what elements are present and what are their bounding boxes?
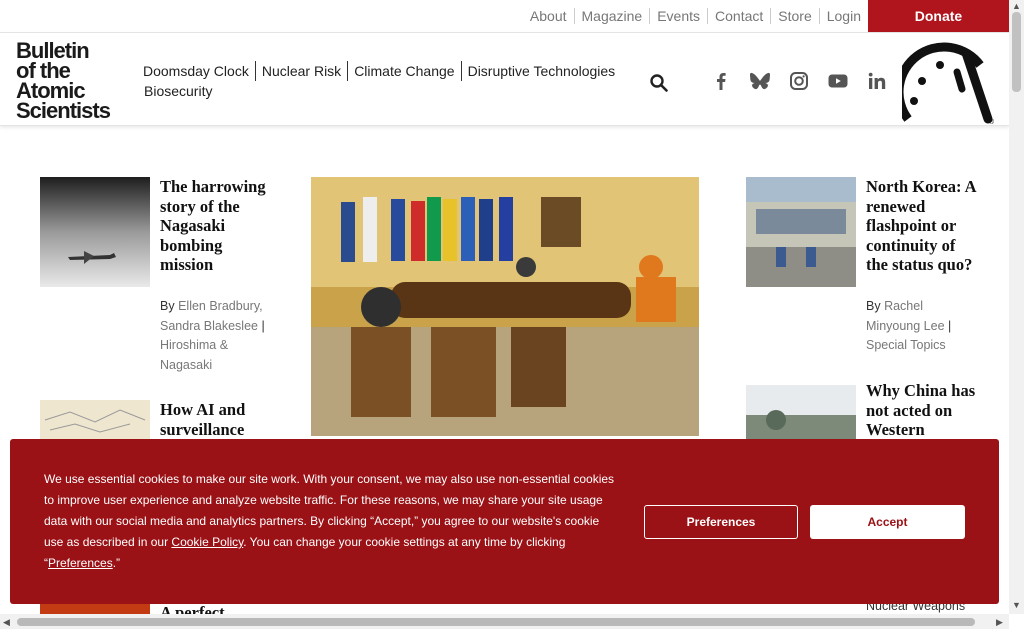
- site-logo[interactable]: Bulletin of the Atomic Scientists: [16, 40, 111, 123]
- svg-text:®: ®: [989, 118, 995, 125]
- vertical-scrollbar[interactable]: ▲ ▼: [1009, 0, 1024, 614]
- logo-line: Scientists: [16, 98, 111, 123]
- section-link[interactable]: Special Topics: [866, 338, 946, 352]
- article-byline: By Rachel Minyoung Lee | Special Topics: [866, 297, 976, 356]
- vertical-scroll-thumb[interactable]: [1012, 12, 1021, 92]
- youtube-icon[interactable]: [827, 70, 849, 92]
- nav-item-climate-change[interactable]: Climate Change: [347, 61, 460, 81]
- main-nav: Doomsday Clock Nuclear Risk Climate Chan…: [137, 61, 637, 101]
- byline-separator: |: [261, 318, 265, 333]
- nav-item-nuclear-risk[interactable]: Nuclear Risk: [254, 61, 347, 81]
- article-title[interactable]: The harrowing story of the Nagasaki bomb…: [160, 177, 275, 275]
- article-byline: By Ellen Bradbury, Sandra Blakeslee | Hi…: [160, 297, 275, 375]
- utility-link-events[interactable]: Events: [649, 8, 707, 24]
- nav-row: Doomsday Clock Nuclear Risk Climate Chan…: [137, 61, 637, 81]
- horizontal-scrollbar[interactable]: ◀ ▶: [0, 614, 1009, 629]
- korea-border-image[interactable]: [746, 177, 856, 287]
- feature-meeting-image[interactable]: [311, 177, 699, 436]
- social-links: [710, 70, 888, 92]
- nav-item-disruptive-technologies[interactable]: Disruptive Technologies: [460, 61, 622, 81]
- preferences-button[interactable]: Preferences: [644, 505, 798, 539]
- linkedin-icon[interactable]: [866, 70, 888, 92]
- scroll-down-icon[interactable]: ▼: [1012, 600, 1021, 610]
- cookie-text-part: .”: [112, 556, 121, 570]
- utility-link-login[interactable]: Login: [818, 8, 868, 24]
- doomsday-clock-icon[interactable]: ®: [902, 39, 998, 125]
- article-title[interactable]: How AI and surveillance: [160, 400, 275, 439]
- author-link[interactable]: Ellen Bradbury, Sandra Blakeslee: [160, 299, 263, 333]
- scroll-up-icon[interactable]: ▲: [1012, 1, 1021, 11]
- donate-button[interactable]: Donate: [868, 0, 1009, 32]
- instagram-icon[interactable]: [788, 70, 810, 92]
- preferences-link[interactable]: Preferences: [48, 556, 113, 570]
- horizontal-scroll-thumb[interactable]: [17, 618, 975, 626]
- utility-link-contact[interactable]: Contact: [707, 8, 770, 24]
- utility-link-store[interactable]: Store: [770, 8, 818, 24]
- utility-bar: About Magazine Events Contact Store Logi…: [0, 0, 1009, 32]
- byline-prefix: By: [866, 299, 881, 313]
- scroll-left-icon[interactable]: ◀: [3, 617, 10, 627]
- cookie-policy-link[interactable]: Cookie Policy: [171, 535, 243, 549]
- utility-links: About Magazine Events Contact Store Logi…: [523, 8, 868, 24]
- accept-button[interactable]: Accept: [810, 505, 965, 539]
- facebook-icon[interactable]: [710, 70, 732, 92]
- nav-item-doomsday-clock[interactable]: Doomsday Clock: [137, 61, 255, 81]
- site-header: Bulletin of the Atomic Scientists Doomsd…: [0, 32, 1009, 126]
- nav-item-biosecurity[interactable]: Biosecurity: [137, 81, 218, 101]
- article-title[interactable]: North Korea: A renewed flashpoint or con…: [866, 177, 976, 275]
- cookie-message: We use essential cookies to make our sit…: [44, 469, 619, 574]
- byline-separator: |: [948, 318, 952, 333]
- bluesky-icon[interactable]: [749, 70, 771, 92]
- scroll-right-icon[interactable]: ▶: [996, 617, 1003, 627]
- nav-row: Biosecurity: [137, 81, 637, 101]
- china-train-image[interactable]: [746, 385, 856, 439]
- section-link[interactable]: Hiroshima & Nagasaki: [160, 338, 228, 372]
- byline-prefix: By: [160, 299, 175, 313]
- search-icon[interactable]: [650, 74, 668, 92]
- utility-link-about[interactable]: About: [523, 8, 574, 24]
- utility-link-magazine[interactable]: Magazine: [573, 8, 650, 24]
- article-title[interactable]: Why China has not acted on Western: [866, 381, 976, 440]
- cookie-banner: We use essential cookies to make our sit…: [10, 439, 999, 604]
- nagasaki-bomber-image[interactable]: [40, 177, 150, 287]
